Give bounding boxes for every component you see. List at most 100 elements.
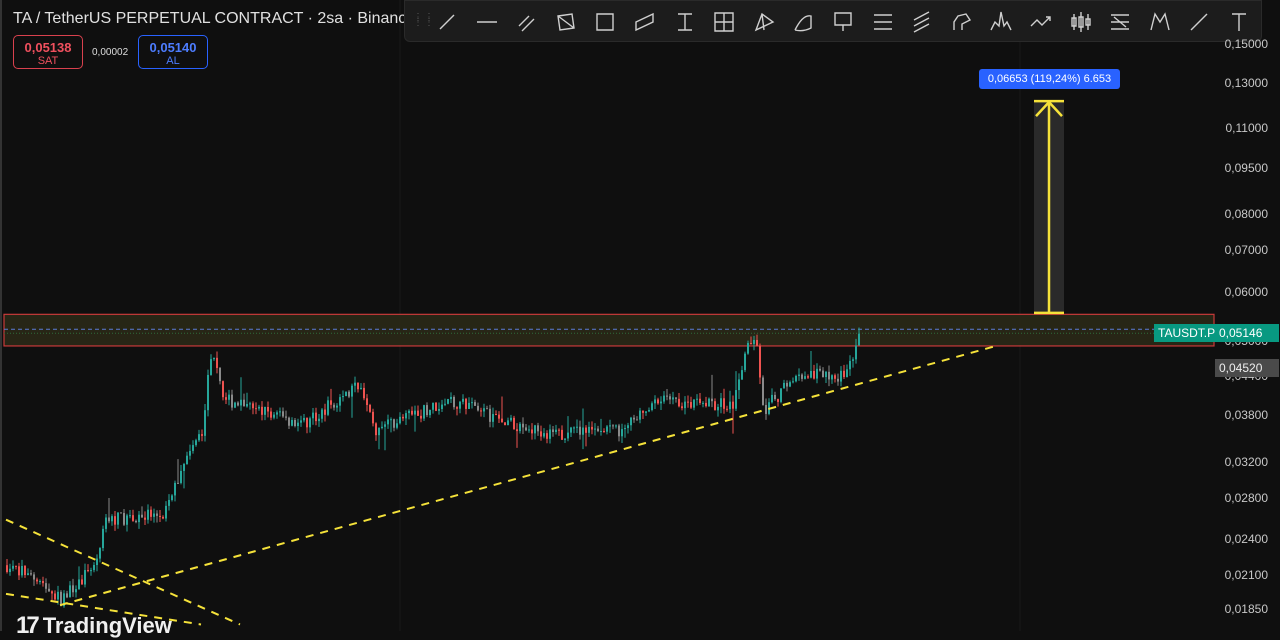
candle	[678, 393, 680, 408]
drag-handle-icon[interactable]: ⋮⋮ ⋮⋮	[413, 13, 434, 29]
measure-tool[interactable]	[1034, 99, 1064, 315]
candle-body	[693, 399, 695, 408]
candle	[132, 509, 134, 522]
candle-body	[234, 402, 236, 408]
candle	[765, 398, 767, 420]
candle-body	[447, 399, 449, 404]
rectangle-tool-button[interactable]	[591, 8, 619, 36]
candle-body	[477, 405, 479, 411]
candle-body	[579, 426, 581, 435]
candle-body	[312, 412, 314, 419]
candle	[480, 407, 482, 417]
symbol-title[interactable]: TA / TetherUS PERPETUAL CONTRACT · 2sa ·…	[13, 10, 415, 28]
fib-channel-tool-button[interactable]	[908, 8, 936, 36]
anchored-note-tool-button[interactable]	[671, 8, 699, 36]
rotated-rectangle-tool-button[interactable]	[552, 8, 580, 36]
candle-body	[6, 565, 8, 573]
candle	[471, 397, 473, 409]
sell-button[interactable]: 0,05138 SAT	[13, 35, 83, 69]
candle	[687, 395, 689, 408]
candle-body	[843, 370, 845, 378]
candle-body	[429, 409, 431, 416]
candle	[396, 418, 398, 430]
candle-body	[690, 402, 692, 408]
resistance-zone[interactable]	[3, 313, 1215, 347]
candle-body	[675, 397, 677, 399]
candle-body	[78, 579, 80, 590]
candle	[129, 509, 131, 519]
candle-body	[111, 516, 113, 522]
candle	[336, 403, 338, 412]
candle-body	[246, 404, 248, 407]
candle-body	[474, 402, 476, 406]
candle-body	[744, 353, 746, 371]
candle	[174, 480, 176, 502]
bars-pattern-tool-button[interactable]	[1067, 8, 1095, 36]
fib-retracement-tool-button[interactable]	[869, 8, 897, 36]
text-tool-button[interactable]	[1225, 8, 1253, 36]
candle	[546, 430, 548, 444]
candle-body	[546, 433, 548, 439]
candle-body	[249, 403, 251, 405]
candle-body	[141, 514, 143, 518]
candle	[225, 392, 227, 404]
candle	[183, 462, 185, 489]
candle	[825, 370, 827, 383]
pitchfork-tool-button[interactable]	[750, 8, 778, 36]
trend-line-tool-button[interactable]	[433, 8, 461, 36]
candle	[351, 383, 353, 418]
fixed-range-tool-button[interactable]	[710, 8, 738, 36]
candle-body	[138, 514, 140, 523]
price-axis-label: 0,15000	[1224, 37, 1268, 52]
parallel-segments-tool-button[interactable]	[512, 8, 540, 36]
candle	[438, 402, 440, 415]
buy-button[interactable]: 0,05140 AL	[138, 35, 208, 69]
candle	[699, 393, 701, 405]
candle-body	[270, 411, 272, 418]
candle-body	[723, 398, 725, 409]
candle-body	[54, 593, 56, 600]
candle-body	[783, 382, 785, 389]
candle	[804, 371, 806, 380]
candle	[210, 354, 212, 376]
candle	[330, 388, 332, 409]
parallel-channel-tool-button[interactable]	[631, 8, 659, 36]
head-and-shoulders-tool-button[interactable]	[987, 8, 1015, 36]
candle	[228, 389, 230, 406]
candle	[477, 402, 479, 412]
fib-speed-tool-button[interactable]	[1106, 8, 1134, 36]
candle-body	[480, 410, 482, 412]
candle	[525, 424, 527, 432]
candle	[333, 402, 335, 411]
path-tool-button[interactable]	[948, 8, 976, 36]
candle-body	[570, 427, 572, 433]
candle	[72, 578, 74, 597]
candle-body	[672, 397, 674, 400]
candle-body	[810, 370, 812, 378]
arrow-path-tool-button[interactable]	[1027, 8, 1055, 36]
candle	[231, 389, 233, 411]
candle	[735, 371, 737, 411]
candle	[9, 563, 11, 576]
arrow-path-icon	[1030, 16, 1051, 27]
price-axis-label: 0,11000	[1225, 121, 1269, 136]
candle	[819, 365, 821, 372]
arc-tool-button[interactable]	[789, 8, 817, 36]
candle-body	[681, 406, 683, 409]
price-chart[interactable]	[0, 0, 1280, 631]
tradingview-logo[interactable]: 17 TradingView	[16, 612, 172, 640]
candle-body	[813, 370, 815, 379]
xabcd-pattern-tool-button[interactable]	[1146, 8, 1174, 36]
candle-body	[381, 426, 383, 428]
info-line-tool-button[interactable]	[1185, 8, 1213, 36]
candle	[189, 444, 191, 460]
horizontal-ray-tool-button[interactable]	[473, 8, 501, 36]
candle	[453, 395, 455, 410]
candle-body	[120, 512, 122, 514]
candle-body	[852, 359, 854, 361]
candle-body	[759, 345, 761, 378]
candle-body	[93, 565, 95, 571]
candle-body	[81, 579, 83, 585]
candle-body	[528, 429, 530, 431]
price-label-tool-button[interactable]	[829, 8, 857, 36]
